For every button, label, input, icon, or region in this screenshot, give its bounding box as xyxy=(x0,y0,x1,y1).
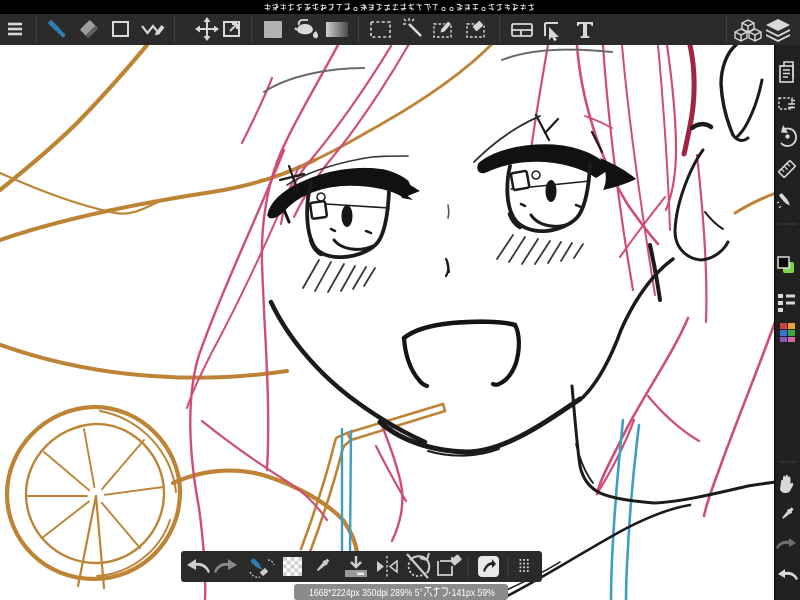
svg-text:1668*2224px 350dpi 289% 5°: 1668*2224px 350dpi 289% 5° xyxy=(309,587,423,599)
svg-text:141px 59%: 141px 59% xyxy=(452,587,495,599)
